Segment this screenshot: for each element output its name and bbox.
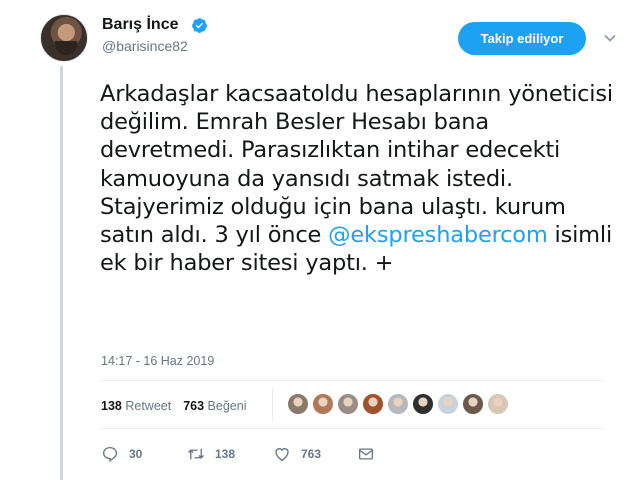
retweet-count[interactable]: 138 [101, 399, 122, 413]
mention-link[interactable]: @ekspreshabercom [328, 222, 548, 248]
like-icon [275, 448, 289, 462]
tweet-actions: 30 138 763 [101, 445, 375, 463]
engagement-stats: 138 Retweet 763 Beğeni [101, 399, 246, 413]
stats-divider [272, 388, 273, 422]
retweet-icon [188, 448, 204, 460]
reply-count: 30 [129, 447, 143, 461]
liker-avatar[interactable] [487, 393, 509, 415]
like-label[interactable]: Beğeni [208, 399, 247, 413]
message-icon [358, 448, 374, 460]
author-display-name[interactable]: Barış İnce [102, 16, 178, 34]
divider [100, 428, 604, 429]
like-count[interactable]: 763 [183, 399, 204, 413]
direct-message-button[interactable] [357, 445, 375, 463]
liker-avatar[interactable] [412, 393, 434, 415]
reply-button[interactable]: 30 [101, 445, 187, 463]
liker-avatar[interactable] [387, 393, 409, 415]
thread-line [60, 66, 63, 480]
liker-avatar[interactable] [312, 393, 334, 415]
retweet-action-count: 138 [215, 447, 236, 461]
liker-avatar[interactable] [462, 393, 484, 415]
like-action-count: 763 [301, 447, 322, 461]
liker-avatar[interactable] [287, 393, 309, 415]
retweet-label[interactable]: Retweet [125, 399, 171, 413]
tweet-text: Arkadaşlar kacsaatoldu hesaplarının yöne… [100, 80, 625, 277]
verified-badge-icon [192, 18, 207, 33]
liker-avatars[interactable] [287, 393, 509, 415]
liker-avatar[interactable] [437, 393, 459, 415]
chevron-down-icon[interactable] [604, 34, 616, 42]
avatar[interactable] [40, 14, 88, 62]
like-button[interactable]: 763 [273, 445, 357, 463]
liker-avatar[interactable] [362, 393, 384, 415]
reply-icon [102, 446, 118, 463]
divider [100, 380, 604, 381]
retweet-button[interactable]: 138 [187, 445, 273, 463]
following-button[interactable]: Takip ediliyor [458, 22, 586, 55]
author-username[interactable]: @barisince82 [102, 38, 188, 54]
tweet-timestamp[interactable]: 14:17 - 16 Haz 2019 [101, 354, 214, 368]
liker-avatar[interactable] [337, 393, 359, 415]
